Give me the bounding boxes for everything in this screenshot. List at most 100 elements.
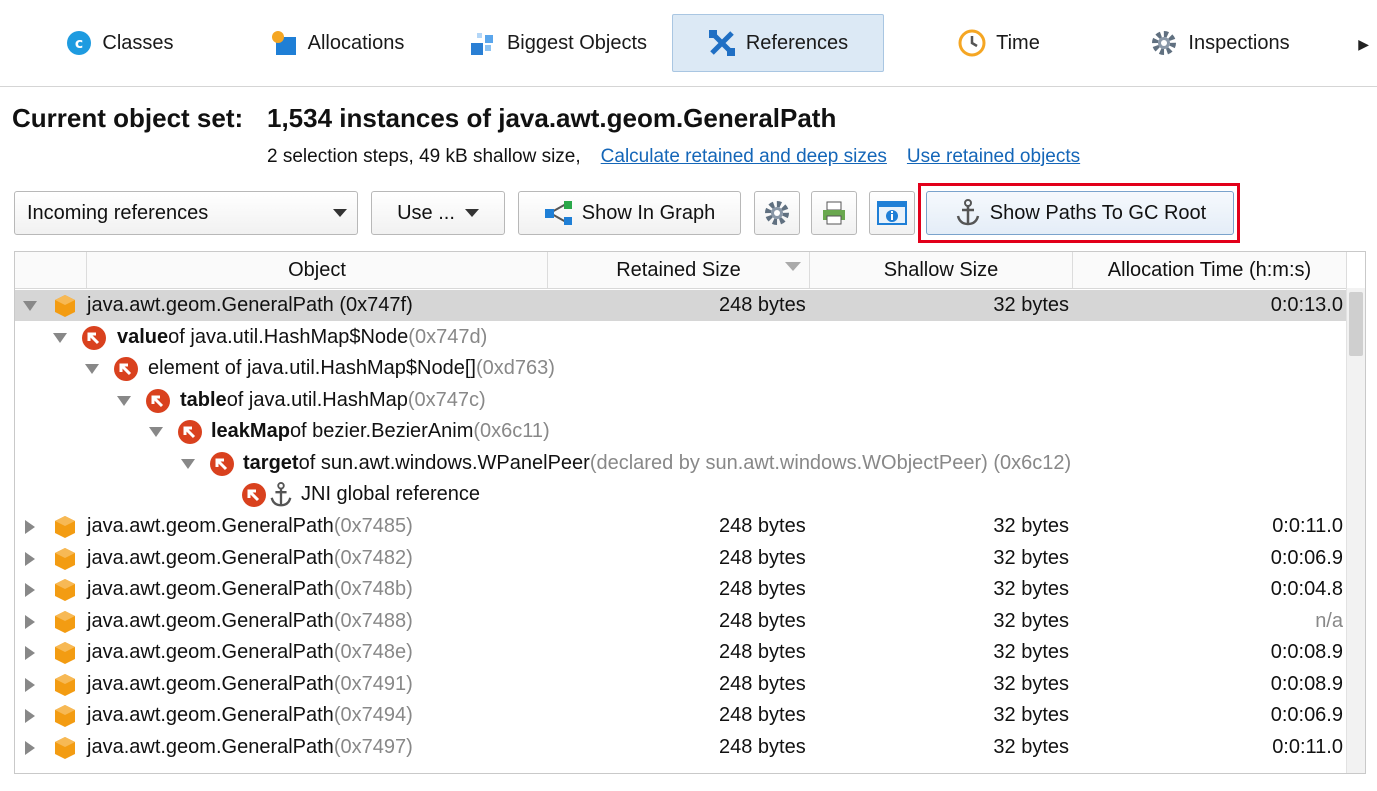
collapse-arrow-icon[interactable]: [149, 426, 163, 437]
gear-icon: [765, 201, 789, 225]
show-in-graph-button[interactable]: Show In Graph: [518, 191, 741, 235]
shallow-size: 32 bytes: [993, 673, 1069, 695]
column-allocation-time[interactable]: Allocation Time (h:m:s): [1073, 252, 1347, 288]
gc-root-row[interactable]: JNI global reference: [15, 479, 1347, 510]
expand-arrow-icon[interactable]: [25, 582, 35, 597]
retained-size: 248 bytes: [719, 704, 806, 726]
retained-size: 248 bytes: [719, 547, 806, 569]
holder-id: (declared by sun.awt.windows.WObjectPeer…: [589, 452, 1072, 474]
tab-inspections[interactable]: Inspections: [1146, 14, 1294, 72]
time-icon: [958, 29, 986, 57]
table-row[interactable]: java.awt.geom.GeneralPath (0x748b) 248 by…: [15, 574, 1347, 605]
expand-arrow-icon[interactable]: [25, 740, 35, 755]
object-cube-icon: [55, 736, 75, 759]
incoming-reference-icon: [114, 356, 138, 381]
tab-label: Time: [996, 31, 1040, 54]
expand-arrow-icon[interactable]: [25, 708, 35, 723]
holder-id: (0x747d): [408, 326, 488, 348]
reference-path-row[interactable]: value of java.util.HashMap$Node (0x747d): [15, 322, 1347, 353]
object-name: java.awt.geom.GeneralPath: [87, 641, 334, 663]
reference-path-row[interactable]: leakMap of bezier.BezierAnim (0x6c11): [15, 416, 1347, 447]
allocation-time: 0:0:06.9: [1270, 704, 1343, 726]
table-row[interactable]: java.awt.geom.GeneralPath (0x7491) 248 by…: [15, 669, 1347, 700]
summary-text: 2 selection steps, 49 kB shallow size,: [267, 146, 581, 167]
allocation-time: 0:0:11.0: [1272, 736, 1343, 758]
column-label: Retained Size: [616, 258, 741, 281]
holder-id: (0xd763): [475, 357, 555, 379]
calculate-sizes-link[interactable]: Calculate retained and deep sizes: [601, 146, 887, 168]
chevron-down-icon: [333, 209, 347, 217]
printer-icon: [823, 201, 845, 225]
object-name: java.awt.geom.GeneralPath: [87, 578, 334, 600]
sort-descending-icon: [785, 262, 801, 271]
gear-icon: [1152, 31, 1177, 55]
use-retained-link[interactable]: Use retained objects: [907, 146, 1080, 168]
collapse-arrow-icon[interactable]: [23, 300, 37, 311]
tab-time[interactable]: Time: [954, 14, 1044, 72]
vertical-scrollbar[interactable]: [1346, 288, 1365, 773]
column-retained-size[interactable]: Retained Size: [548, 252, 810, 288]
reference-path-row[interactable]: table of java.util.HashMap (0x747c): [15, 385, 1347, 416]
table-row[interactable]: java.awt.geom.GeneralPath (0x7485) 248 by…: [15, 511, 1347, 542]
expand-arrow-icon[interactable]: [25, 677, 35, 692]
print-button[interactable]: [811, 191, 857, 235]
expand-arrow-icon[interactable]: [25, 645, 35, 660]
table-row[interactable]: java.awt.geom.GeneralPath (0x748e) 248 by…: [15, 637, 1347, 668]
use-button[interactable]: Use ...: [371, 191, 505, 235]
tab-allocations[interactable]: Allocations: [262, 14, 412, 72]
object-id: (0x7482): [333, 547, 413, 569]
highlight-box: [918, 183, 1240, 243]
table-row[interactable]: java.awt.geom.GeneralPath (0x7482) 248 by…: [15, 543, 1347, 574]
allocation-time: 0:0:08.9: [1270, 673, 1343, 695]
tab-biggest-objects[interactable]: Biggest Objects: [462, 14, 654, 72]
tab-classes[interactable]: c Classes: [60, 14, 180, 72]
object-set-label: Current object set:: [12, 103, 244, 133]
shallow-size: 32 bytes: [993, 610, 1069, 632]
retained-size: 248 bytes: [719, 578, 806, 600]
object-id: (0x7485): [333, 515, 413, 537]
retained-size: 248 bytes: [719, 736, 806, 758]
object-cube-icon: [55, 673, 75, 696]
reference-path-row[interactable]: element of java.util.HashMap$Node[] (0xd…: [15, 353, 1347, 384]
shallow-size: 32 bytes: [993, 578, 1069, 600]
column-object[interactable]: Object: [87, 252, 548, 288]
retained-size: 248 bytes: [719, 515, 806, 537]
reference-path-row[interactable]: target of sun.awt.windows.WPanelPeer (de…: [15, 448, 1347, 479]
table-row-selected[interactable]: java.awt.geom.GeneralPath (0x747f) 248 b…: [15, 290, 1347, 321]
allocation-time: 0:0:04.8: [1270, 578, 1343, 600]
table-row[interactable]: java.awt.geom.GeneralPath (0x7497) 248 by…: [15, 732, 1347, 763]
shallow-size: 32 bytes: [993, 294, 1069, 316]
collapse-arrow-icon[interactable]: [181, 458, 195, 469]
expand-arrow-icon[interactable]: [25, 519, 35, 534]
object-id: (0x7494): [333, 704, 413, 726]
scrollbar-thumb[interactable]: [1349, 292, 1363, 356]
column-shallow-size[interactable]: Shallow Size: [810, 252, 1073, 288]
expand-arrow-icon[interactable]: [25, 551, 35, 566]
tabs-more-arrow[interactable]: ▶: [1358, 36, 1369, 53]
table-row[interactable]: java.awt.geom.GeneralPath (0x7488) 248 by…: [15, 606, 1347, 637]
collapse-arrow-icon[interactable]: [85, 363, 99, 374]
holder-class: of java.util.HashMap: [226, 389, 408, 411]
field-name: leakMap: [211, 420, 290, 442]
holder-class: of java.util.HashMap$Node: [168, 326, 409, 348]
object-cube-icon: [55, 547, 75, 570]
tab-label: References: [745, 31, 849, 54]
shallow-size: 32 bytes: [993, 641, 1069, 663]
reference-type-dropdown[interactable]: Incoming references: [14, 191, 358, 235]
object-name: java.awt.geom.GeneralPath: [87, 547, 334, 569]
object-set-summary: 2 selection steps, 49 kB shallow size, C…: [267, 146, 1080, 168]
object-cube-icon: [55, 515, 75, 538]
collapse-arrow-icon[interactable]: [53, 332, 67, 343]
tab-label: Biggest Objects: [506, 31, 648, 54]
collapse-arrow-icon[interactable]: [117, 395, 131, 406]
holder-id: (0x747c): [407, 389, 486, 411]
expand-arrow-icon[interactable]: [25, 614, 35, 629]
info-button[interactable]: [869, 191, 915, 235]
tab-references[interactable]: References: [672, 14, 884, 72]
graph-icon: [544, 201, 572, 225]
graph-label: Show In Graph: [581, 201, 716, 224]
table-row[interactable]: java.awt.geom.GeneralPath (0x7494) 248 by…: [15, 700, 1347, 731]
settings-button[interactable]: [754, 191, 800, 235]
biggest-objects-icon: [470, 33, 493, 55]
tab-label: Allocations: [307, 31, 405, 54]
